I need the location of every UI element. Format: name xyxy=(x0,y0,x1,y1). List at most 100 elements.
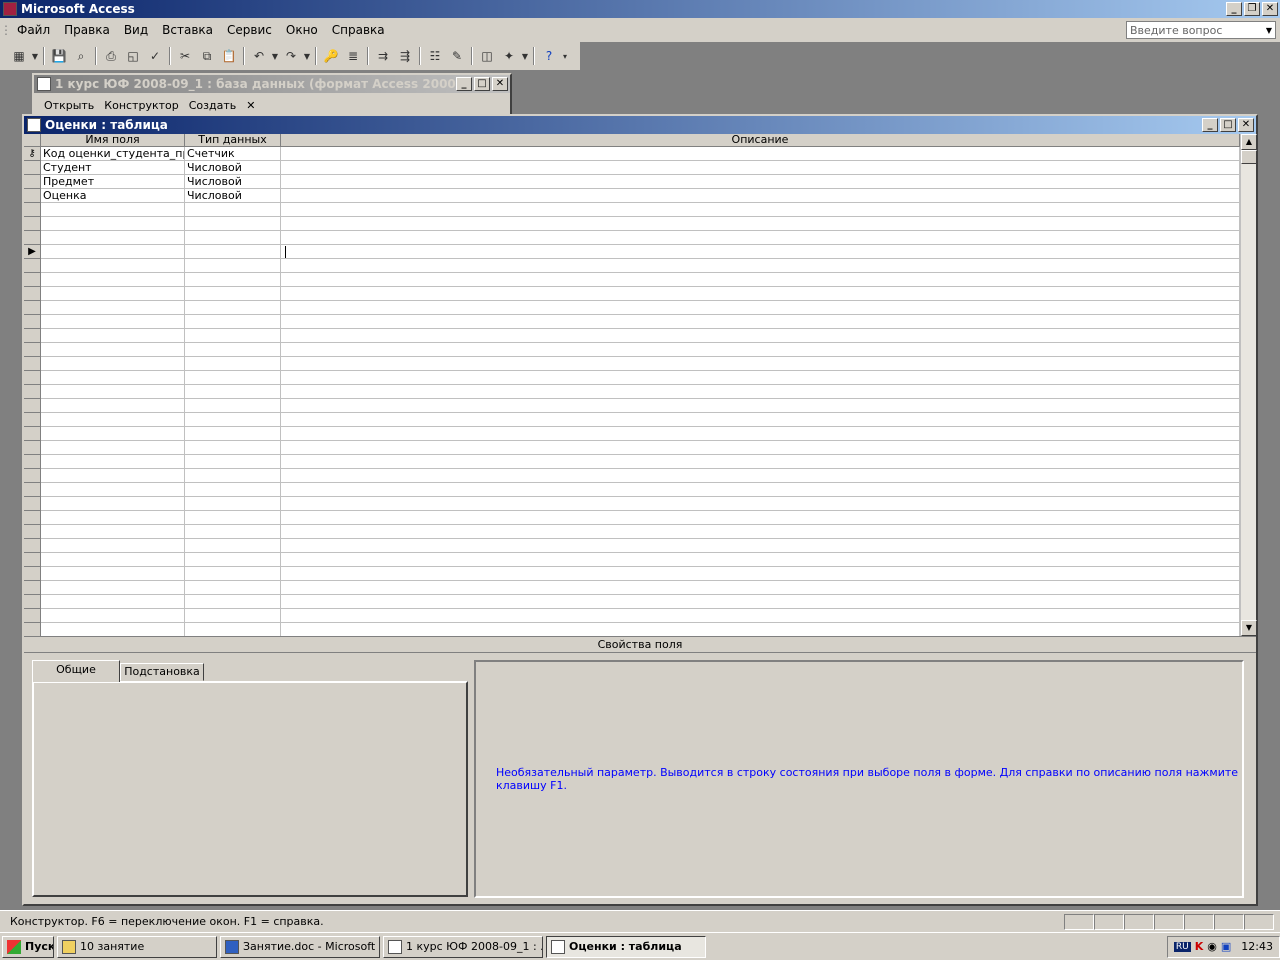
cut-icon[interactable]: ✂ xyxy=(174,46,196,66)
description-cell[interactable] xyxy=(281,525,1240,538)
description-cell[interactable] xyxy=(281,399,1240,412)
data-type-cell[interactable] xyxy=(185,497,281,510)
table-row[interactable] xyxy=(24,525,1240,539)
data-type-cell[interactable] xyxy=(185,483,281,496)
description-cell[interactable] xyxy=(281,217,1240,230)
db-design-button[interactable]: Конструктор xyxy=(104,99,178,112)
delete-rows-icon[interactable]: ⇶ xyxy=(394,46,416,66)
copy-icon[interactable]: ⧉ xyxy=(196,46,218,66)
field-name-cell[interactable] xyxy=(41,539,185,552)
table-row[interactable]: ⚷ Код оценки_студента_пре, Счетчик xyxy=(24,147,1240,161)
row-selector[interactable] xyxy=(24,259,41,273)
primary-key-icon[interactable]: ⚷ xyxy=(24,147,41,161)
table-row[interactable] xyxy=(24,483,1240,497)
table-row[interactable] xyxy=(24,623,1240,636)
row-selector[interactable] xyxy=(24,525,41,539)
redo-dropdown-icon[interactable]: ▼ xyxy=(302,46,312,66)
taskbar-item-word[interactable]: Занятие.doc - Microsoft ... xyxy=(220,935,380,958)
row-selector[interactable] xyxy=(24,273,41,287)
db-maximize-button[interactable]: □ xyxy=(474,77,490,91)
field-name-cell[interactable] xyxy=(41,301,185,314)
field-name-cell[interactable] xyxy=(41,371,185,384)
field-name-cell[interactable] xyxy=(41,273,185,286)
data-type-cell[interactable] xyxy=(185,371,281,384)
table-row[interactable] xyxy=(24,413,1240,427)
data-type-cell[interactable] xyxy=(185,231,281,244)
view-dropdown-icon[interactable]: ▼ xyxy=(30,46,40,66)
row-selector[interactable] xyxy=(24,455,41,469)
table-row[interactable] xyxy=(24,553,1240,567)
row-selector[interactable] xyxy=(24,357,41,371)
table-row[interactable] xyxy=(24,287,1240,301)
database-window-titlebar[interactable]: 1 курс ЮФ 2008-09_1 : база данных (форма… xyxy=(34,75,510,93)
network-icon[interactable]: ▣ xyxy=(1221,940,1231,953)
table-row[interactable] xyxy=(24,315,1240,329)
table-row[interactable]: Оценка Числовой xyxy=(24,189,1240,203)
volume-icon[interactable]: ◉ xyxy=(1207,940,1217,953)
language-indicator[interactable]: RU xyxy=(1173,941,1191,952)
table-window-titlebar[interactable]: Оценки : таблица _ □ ✕ xyxy=(24,116,1256,134)
description-cell[interactable] xyxy=(281,469,1240,482)
row-selector[interactable] xyxy=(24,371,41,385)
row-selector[interactable] xyxy=(24,511,41,525)
field-name-cell[interactable]: Предмет xyxy=(41,175,185,188)
description-cell[interactable] xyxy=(281,147,1240,160)
undo-dropdown-icon[interactable]: ▼ xyxy=(270,46,280,66)
search-icon[interactable]: ⌕ xyxy=(70,46,92,66)
data-type-cell[interactable] xyxy=(185,623,281,636)
taskbar-item-folder[interactable]: 10 занятие xyxy=(57,935,217,958)
row-selector[interactable] xyxy=(24,301,41,315)
row-selector[interactable] xyxy=(24,539,41,553)
table-row[interactable] xyxy=(24,385,1240,399)
field-name-cell[interactable] xyxy=(41,455,185,468)
menu-tools[interactable]: Сервис xyxy=(220,23,279,37)
field-name-cell[interactable] xyxy=(41,469,185,482)
table-row[interactable] xyxy=(24,511,1240,525)
field-name-cell[interactable] xyxy=(41,497,185,510)
row-selector[interactable] xyxy=(24,609,41,623)
table-row[interactable] xyxy=(24,273,1240,287)
description-cell[interactable] xyxy=(281,567,1240,580)
row-selector[interactable] xyxy=(24,315,41,329)
row-selector[interactable] xyxy=(24,595,41,609)
description-cell[interactable] xyxy=(281,287,1240,300)
primary-key-icon[interactable]: 🔑 xyxy=(320,46,342,66)
table-row[interactable] xyxy=(24,217,1240,231)
menu-insert[interactable]: Вставка xyxy=(155,23,220,37)
new-object-icon[interactable]: ✦ xyxy=(498,46,520,66)
field-name-cell[interactable] xyxy=(41,483,185,496)
description-cell[interactable] xyxy=(281,385,1240,398)
new-object-dropdown-icon[interactable]: ▼ xyxy=(520,46,530,66)
field-name-cell[interactable] xyxy=(41,315,185,328)
field-name-cell[interactable] xyxy=(41,217,185,230)
save-icon[interactable]: 💾 xyxy=(48,46,70,66)
data-type-cell[interactable] xyxy=(185,539,281,552)
field-name-cell[interactable] xyxy=(41,581,185,594)
row-selector[interactable] xyxy=(24,567,41,581)
row-selector[interactable] xyxy=(24,497,41,511)
field-name-cell[interactable]: Оценка xyxy=(41,189,185,202)
field-name-cell[interactable] xyxy=(41,567,185,580)
scroll-down-icon[interactable]: ▼ xyxy=(1241,620,1257,636)
data-type-cell[interactable] xyxy=(185,413,281,426)
insert-rows-icon[interactable]: ⇉ xyxy=(372,46,394,66)
row-selector[interactable] xyxy=(24,399,41,413)
field-name-cell[interactable] xyxy=(41,385,185,398)
row-selector[interactable] xyxy=(24,483,41,497)
description-cell[interactable] xyxy=(281,595,1240,608)
scroll-up-icon[interactable]: ▲ xyxy=(1241,134,1257,150)
field-name-cell[interactable] xyxy=(41,203,185,216)
view-icon[interactable]: ▦ xyxy=(8,46,30,66)
tab-lookup[interactable]: Подстановка xyxy=(120,663,204,681)
data-type-cell[interactable]: Числовой xyxy=(185,189,281,202)
data-type-cell[interactable] xyxy=(185,553,281,566)
row-selector[interactable] xyxy=(24,427,41,441)
description-cell[interactable] xyxy=(281,259,1240,272)
menu-help[interactable]: Справка xyxy=(325,23,392,37)
data-type-cell[interactable] xyxy=(185,455,281,468)
print-preview-icon[interactable]: ◱ xyxy=(122,46,144,66)
description-cell[interactable] xyxy=(281,329,1240,342)
data-type-cell[interactable] xyxy=(185,469,281,482)
spelling-icon[interactable]: ✓ xyxy=(144,46,166,66)
row-selector[interactable] xyxy=(24,581,41,595)
